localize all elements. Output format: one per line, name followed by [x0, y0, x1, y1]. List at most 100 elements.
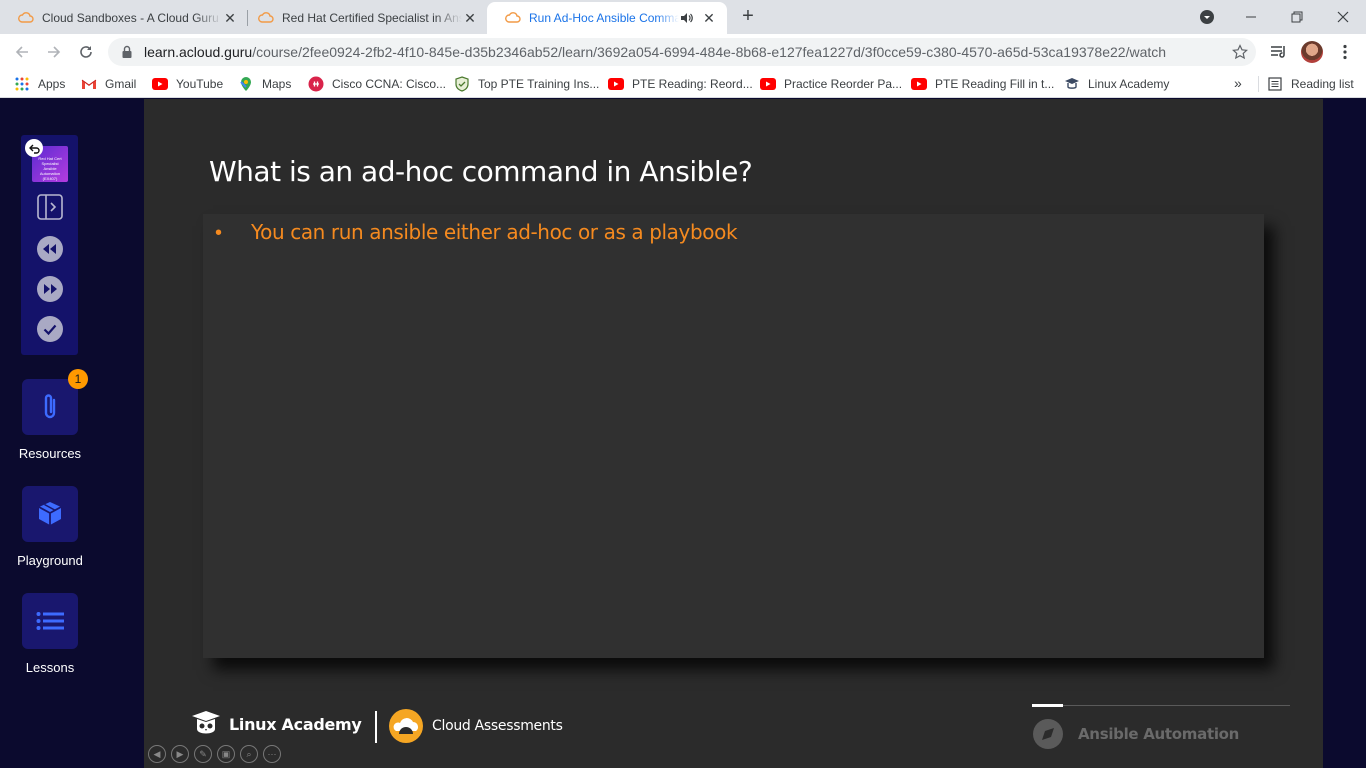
previous-slide-icon[interactable]: ◀ [148, 745, 166, 763]
slide-title: What is an ad-hoc command in Ansible? [209, 155, 753, 188]
tab-strip: Cloud Sandboxes - A Cloud Guru ✕ Red Hat… [0, 0, 1366, 34]
video-player[interactable]: What is an ad-hoc command in Ansible? • … [144, 99, 1323, 768]
zoom-icon[interactable]: ⌕ [240, 745, 258, 763]
bookmark-label: YouTube [176, 77, 224, 91]
close-icon[interactable]: ✕ [701, 10, 717, 26]
lessons-label: Lessons [25, 660, 75, 675]
bookmark-gmail[interactable]: Gmail [81, 75, 136, 93]
tab-cloud-sandboxes[interactable]: Cloud Sandboxes - A Cloud Guru ✕ [0, 2, 248, 34]
url-text: learn.acloud.guru/course/2fee0924-2fb2-4… [144, 44, 1166, 60]
mark-complete-check-icon[interactable] [36, 315, 64, 343]
back-arrow-icon[interactable] [25, 139, 43, 157]
speaker-audio-icon[interactable] [679, 11, 693, 25]
bookmark-star-icon[interactable] [1232, 44, 1248, 60]
owl-graduation-icon [192, 711, 220, 734]
youtube-icon [152, 76, 168, 92]
gmail-icon [81, 76, 97, 92]
window-close-icon[interactable] [1331, 5, 1355, 29]
slides-grid-icon[interactable]: ▣ [217, 745, 235, 763]
restore-icon[interactable] [1285, 5, 1309, 29]
bookmark-maps[interactable]: Maps [238, 75, 291, 93]
cloud-assessments-logo: Cloud Assessments [388, 708, 563, 744]
bookmark-pte-reading-reorder[interactable]: PTE Reading: Reord... [608, 75, 753, 93]
bookmark-label: Apps [38, 77, 66, 91]
shield-logo-icon [454, 76, 470, 92]
bookmark-label: Top PTE Training Ins... [478, 77, 600, 91]
more-bookmarks-chevron[interactable]: » [1234, 75, 1242, 91]
tab-red-hat-specialist[interactable]: Red Hat Certified Specialist in Ansible … [240, 2, 488, 34]
compass-icon [1033, 719, 1063, 749]
bookmark-label: Cisco CCNA: Cisco... [332, 77, 447, 91]
bookmark-pte-reading-fill[interactable]: PTE Reading Fill in t... [911, 75, 1054, 93]
next-slide-icon[interactable]: ▶ [171, 745, 189, 763]
bookmark-linux-academy[interactable]: Linux Academy [1064, 75, 1169, 93]
close-icon[interactable]: ✕ [462, 10, 478, 26]
more-options-icon[interactable]: ··· [263, 745, 281, 763]
footer-divider [375, 711, 377, 743]
tab-search-icon[interactable] [1195, 5, 1219, 29]
tab-title: Run Ad-Hoc Ansible Commands [529, 11, 679, 25]
bookmark-label: Gmail [105, 77, 137, 91]
toggle-panel-icon[interactable] [36, 193, 64, 221]
fast-forward-icon[interactable] [36, 275, 64, 303]
kebab-menu-icon[interactable] [1333, 40, 1357, 64]
bookmark-youtube[interactable]: YouTube [152, 75, 223, 93]
cloud-assessments-icon [389, 709, 423, 743]
new-tab-button[interactable]: + [737, 6, 759, 28]
playground-label: Playground [17, 553, 83, 568]
course-controls-panel: Red Hat Cert Specialist Ansible Automati… [21, 135, 78, 355]
reading-list-label: Reading list [1291, 77, 1354, 91]
list-icon [36, 612, 64, 630]
apps-grid-icon [14, 76, 30, 92]
profile-avatar[interactable] [1300, 40, 1324, 64]
acloudguru-cloud-icon [505, 12, 521, 23]
course-thumbnail-text: Red Hat Cert Specialist Ansible Automati… [38, 156, 62, 181]
course-progress-track [1032, 704, 1290, 707]
rewind-icon[interactable] [36, 235, 64, 263]
close-icon[interactable]: ✕ [222, 10, 238, 26]
youtube-icon [760, 76, 776, 92]
bookmark-top-pte-training[interactable]: Top PTE Training Ins... [454, 75, 599, 93]
back-arrow-icon[interactable] [10, 40, 34, 64]
tab-title: Red Hat Certified Specialist in Ansible [282, 11, 462, 25]
pen-icon[interactable]: ✎ [194, 745, 212, 763]
address-bar[interactable]: learn.acloud.guru/course/2fee0924-2fb2-4… [108, 38, 1256, 66]
cube-boxes-icon [38, 502, 62, 525]
reading-list-button[interactable]: Reading list [1267, 75, 1354, 93]
youtube-icon [911, 76, 927, 92]
acloudguru-cloud-icon [18, 12, 34, 23]
resources-count-badge: 1 [68, 369, 88, 389]
bookmarks-divider [1258, 76, 1259, 92]
slide-bullet: You can run ansible either ad-hoc or as … [251, 220, 738, 244]
course-name-text: Ansible Automation [1078, 725, 1240, 743]
lesson-page: Red Hat Cert Specialist Ansible Automati… [0, 99, 1366, 768]
paperclip-icon [44, 394, 56, 419]
minimize-icon[interactable] [1239, 5, 1263, 29]
tab-title: Cloud Sandboxes - A Cloud Guru [42, 11, 219, 25]
bookmark-apps[interactable]: Apps [14, 75, 65, 93]
lesson-sidebar: Red Hat Cert Specialist Ansible Automati… [0, 99, 100, 768]
cisco-icon [308, 76, 324, 92]
browser-toolbar: learn.acloud.guru/course/2fee0924-2fb2-4… [0, 34, 1366, 70]
bookmark-practice-reorder[interactable]: Practice Reorder Pa... [760, 75, 902, 93]
youtube-icon [608, 76, 624, 92]
bookmark-label: Maps [262, 77, 292, 91]
maps-icon [238, 76, 254, 92]
course-name-footer: Ansible Automation [1032, 718, 1239, 750]
lessons-button[interactable] [22, 593, 78, 649]
linux-academy-logo: Linux Academy [191, 710, 362, 738]
media-queue-icon[interactable] [1267, 40, 1291, 64]
lock-icon[interactable] [120, 45, 134, 59]
reload-icon[interactable] [74, 40, 98, 64]
bookmarks-bar: Apps Gmail YouTube Maps Cisco CCNA: Cisc… [0, 70, 1366, 98]
slide-content-box: • You can run ansible either ad-hoc or a… [203, 214, 1264, 658]
resources-button[interactable] [22, 379, 78, 435]
url-host: learn.acloud.guru [144, 44, 253, 60]
forward-arrow-icon[interactable] [42, 40, 66, 64]
reading-list-icon [1267, 76, 1283, 92]
tab-run-adhoc-ansible[interactable]: Run Ad-Hoc Ansible Commands ✕ [487, 2, 727, 34]
playground-button[interactable] [22, 486, 78, 542]
bookmark-label: Practice Reorder Pa... [784, 77, 903, 91]
acloudguru-cloud-icon [258, 12, 274, 23]
bookmark-cisco-ccna[interactable]: Cisco CCNA: Cisco... [308, 75, 446, 93]
